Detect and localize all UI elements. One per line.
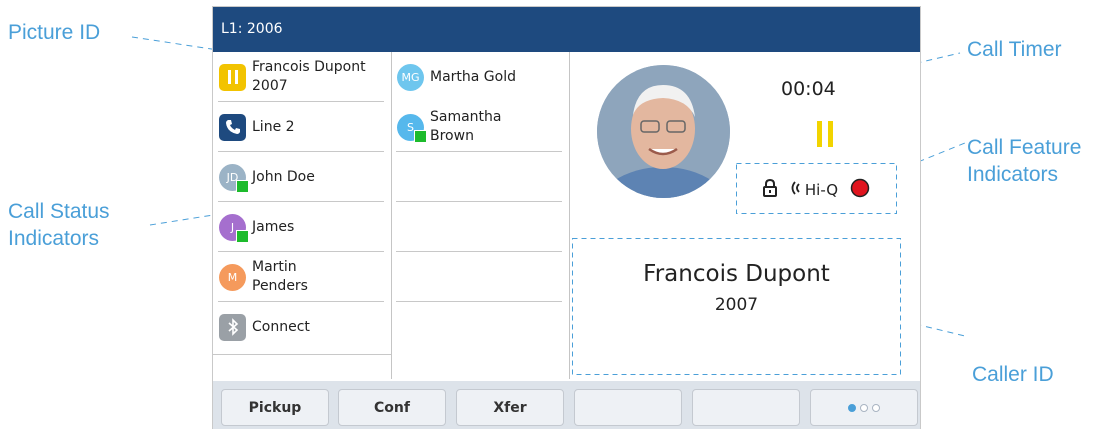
line-key-label: Martin <box>252 259 297 275</box>
caller-id-callout: Caller ID <box>972 363 1054 386</box>
avatar: M <box>219 263 246 291</box>
avatar: MG <box>397 63 424 91</box>
line-key-james[interactable]: J James <box>213 202 391 252</box>
line-key-connect[interactable]: Connect <box>213 302 391 352</box>
caller-picture-id <box>597 65 730 198</box>
presence-available-indicator <box>414 129 427 143</box>
avatar: J <box>219 213 249 243</box>
line-key-label: James <box>252 218 295 235</box>
picture-id-callout: Picture ID <box>8 21 101 44</box>
line-key-column-left: Francois Dupont 2007 Line 2 JD John Doe J… <box>213 52 392 379</box>
xfer-softkey[interactable]: Xfer <box>456 389 564 426</box>
pause-icon <box>219 63 246 91</box>
call-status-callout-line1: Call Status <box>8 200 110 223</box>
caller-number: 2007 <box>714 295 759 315</box>
phone-screen: L1: 2006 Francois Dupont 2007 Line 2 JD J… <box>212 6 921 429</box>
hd-audio-icon <box>789 180 803 200</box>
softkey-empty-5[interactable] <box>692 389 800 426</box>
call-status-callout-line2: Indicators <box>8 227 100 250</box>
line-key-label: Connect <box>252 318 310 335</box>
line-status-bar: L1: 2006 <box>213 7 920 52</box>
lock-icon <box>762 178 777 201</box>
call-feature-callout-line2: Indicators <box>967 163 1059 186</box>
hiq-indicator: Hi-Q <box>804 181 839 199</box>
softkey-empty-4[interactable] <box>574 389 682 426</box>
line-key-line-2[interactable]: Line 2 <box>213 102 391 152</box>
line-key-francois-dupont[interactable]: Francois Dupont 2007 <box>213 52 391 102</box>
line-key-column-middle: MG Martha Gold S Samantha Brown <box>391 52 570 379</box>
line-key-empty-3[interactable] <box>391 152 569 202</box>
line-key-label: Martha Gold <box>430 68 516 85</box>
line-key-empty-5[interactable] <box>391 252 569 302</box>
bluetooth-icon <box>219 313 246 341</box>
page-indicator <box>848 403 880 412</box>
line-key-john-doe[interactable]: JD John Doe <box>213 152 391 202</box>
line-key-sub: 2007 <box>252 78 288 94</box>
line-key-label: Line 2 <box>252 118 295 135</box>
call-timer-callout: Call Timer <box>967 38 1062 61</box>
avatar: JD <box>219 163 249 193</box>
softkey-bar: Pickup Conf Xfer <box>213 381 920 429</box>
more-softkeys-button[interactable] <box>810 389 918 426</box>
presence-available-indicator <box>236 229 249 243</box>
call-feature-indicators: Hi-Q <box>736 172 897 208</box>
call-timer: 00:04 <box>781 78 836 100</box>
line-key-sub: Penders <box>252 278 308 294</box>
active-call-panel: 00:04 Hi-Q Francois Dupont 2007 <box>569 52 920 379</box>
phone-icon <box>219 113 246 141</box>
line-key-label: John Doe <box>252 168 315 185</box>
line-key-label: Samantha <box>430 109 502 125</box>
line-key-label: Francois Dupont <box>252 59 366 75</box>
avatar: S <box>397 113 427 143</box>
conf-softkey[interactable]: Conf <box>338 389 446 426</box>
caller-name: Francois Dupont <box>643 261 830 287</box>
presence-available-indicator <box>236 179 249 193</box>
line-key-martha-gold[interactable]: MG Martha Gold <box>391 52 569 102</box>
line-key-empty-4[interactable] <box>391 202 569 252</box>
call-feature-callout-line1: Call Feature <box>967 136 1082 159</box>
line-key-samantha-brown[interactable]: S Samantha Brown <box>391 102 569 152</box>
line-key-martin-penders[interactable]: M Martin Penders <box>213 252 391 302</box>
pickup-softkey[interactable]: Pickup <box>221 389 329 426</box>
hold-icon <box>815 121 835 151</box>
line-key-sub: Brown <box>430 128 474 144</box>
record-icon <box>850 178 870 202</box>
